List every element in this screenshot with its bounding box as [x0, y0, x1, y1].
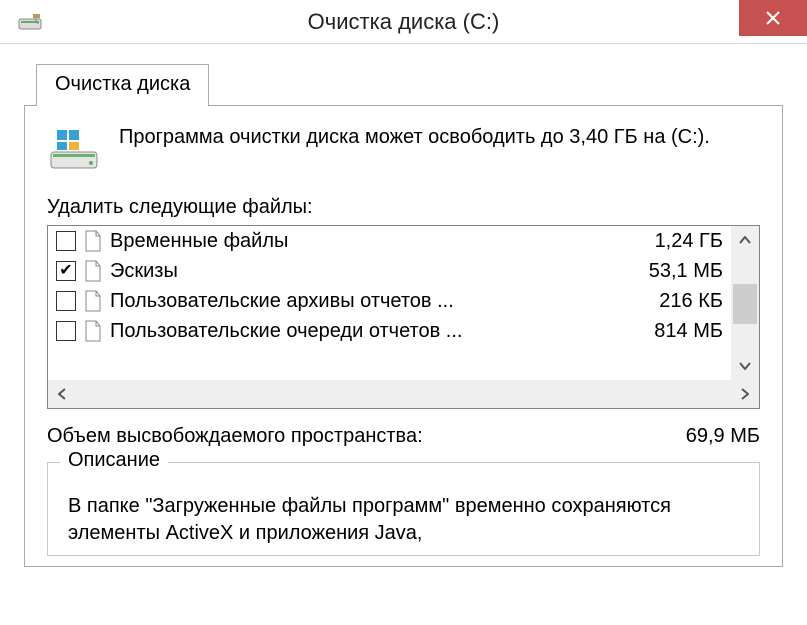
hscroll-track[interactable]: [76, 380, 731, 408]
scroll-track[interactable]: [731, 254, 759, 352]
vertical-scrollbar[interactable]: [731, 226, 759, 380]
close-icon: [766, 11, 780, 25]
checkbox[interactable]: [56, 291, 76, 311]
window-title: Очистка диска (C:): [0, 9, 807, 35]
file-icon: [84, 260, 102, 282]
scroll-right-button[interactable]: [731, 380, 759, 408]
chevron-left-icon: [58, 388, 66, 400]
tabstrip: Очистка диска: [24, 64, 783, 106]
freespace-label: Объем высвобождаемого пространства:: [47, 425, 423, 448]
file-name: Пользовательские архивы отчетов ...: [110, 290, 643, 313]
file-size: 216 КБ: [651, 290, 723, 313]
file-icon: [84, 290, 102, 312]
checkbox[interactable]: [56, 261, 76, 281]
file-size: 814 МБ: [646, 320, 723, 343]
chevron-right-icon: [741, 388, 749, 400]
file-icon: [84, 230, 102, 252]
file-name: Эскизы: [110, 260, 633, 283]
list-item[interactable]: Эскизы 53,1 МБ: [48, 256, 731, 286]
close-button[interactable]: [739, 0, 807, 36]
drive-icon: [47, 124, 103, 174]
scroll-thumb[interactable]: [733, 284, 757, 324]
list-item[interactable]: Пользовательские очереди отчетов ... 814 …: [48, 316, 731, 346]
list-item[interactable]: Временные файлы 1,24 ГБ: [48, 226, 731, 256]
group-title: Описание: [60, 449, 168, 472]
tab-panel: Программа очистки диска может освободить…: [24, 105, 783, 567]
list-label: Удалить следующие файлы:: [47, 196, 760, 219]
checkbox[interactable]: [56, 231, 76, 251]
tab-cleanup[interactable]: Очистка диска: [36, 64, 209, 106]
description-group: Описание В папке "Загруженные файлы прог…: [47, 462, 760, 556]
scroll-up-button[interactable]: [731, 226, 759, 254]
chevron-up-icon: [739, 236, 751, 244]
file-icon: [84, 320, 102, 342]
file-name: Временные файлы: [110, 230, 639, 253]
scroll-down-button[interactable]: [731, 352, 759, 380]
intro-text: Программа очистки диска может освободить…: [119, 124, 710, 174]
chevron-down-icon: [739, 362, 751, 370]
titlebar: Очистка диска (C:): [0, 0, 807, 44]
file-size: 1,24 ГБ: [647, 230, 723, 253]
file-size: 53,1 МБ: [641, 260, 723, 283]
file-name: Пользовательские очереди отчетов ...: [110, 320, 638, 343]
freespace-value: 69,9 МБ: [686, 425, 760, 448]
file-list: Временные файлы 1,24 ГБ Эскизы 53,1 МБ Польз…: [47, 225, 760, 409]
scroll-left-button[interactable]: [48, 380, 76, 408]
checkbox[interactable]: [56, 321, 76, 341]
description-text: В папке "Загруженные файлы программ" вре…: [68, 493, 739, 547]
horizontal-scrollbar[interactable]: [48, 380, 759, 408]
list-item[interactable]: Пользовательские архивы отчетов ... 216 К…: [48, 286, 731, 316]
